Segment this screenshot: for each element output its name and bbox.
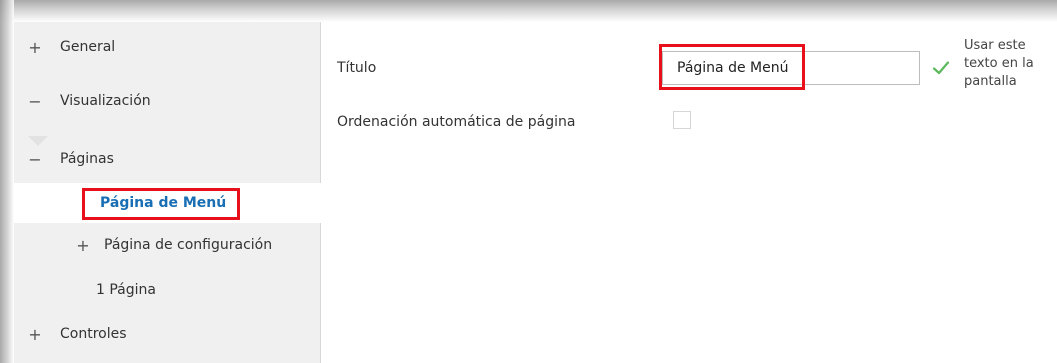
sidebar-item-pagina-de-configuracion[interactable]: + Página de configuración (14, 225, 320, 265)
window-shadow-left (0, 0, 14, 363)
minus-icon: − (28, 91, 42, 111)
window-shadow-top (0, 0, 1057, 22)
title-label: Título (337, 60, 377, 76)
sidebar-item-controles[interactable]: + Controles (14, 314, 320, 354)
settings-panel: Título Usar este texto en la pantalla Or… (321, 22, 1057, 363)
auto-order-checkbox[interactable] (673, 111, 691, 129)
plus-icon: + (76, 235, 90, 255)
sidebar-item-1-pagina[interactable]: 1 Página (14, 270, 320, 310)
sidebar-item-general[interactable]: + General (14, 27, 320, 67)
sidebar-item-label: 1 Página (96, 282, 156, 298)
sidebar-item-paginas[interactable]: − Páginas (14, 139, 320, 179)
sidebar: + General − Visualización − Páginas Pági… (14, 22, 321, 363)
sidebar-item-label: Página de configuración (104, 237, 273, 253)
sidebar-item-label: Controles (60, 326, 127, 342)
title-input[interactable] (662, 51, 920, 85)
use-text-label-line: Usar este (964, 38, 1026, 53)
sidebar-item-label: Páginas (60, 151, 114, 167)
plus-icon: + (28, 37, 42, 57)
use-text-on-screen-label: Usar este texto en la pantalla (964, 37, 1054, 91)
use-text-label-line: pantalla (964, 74, 1017, 89)
check-icon[interactable] (931, 58, 951, 78)
sidebar-item-label: Visualización (60, 93, 151, 109)
use-text-label-line: texto en la (964, 56, 1034, 71)
expanded-group-notch (28, 136, 48, 146)
sidebar-item-label: Página de Menú (100, 195, 227, 211)
sidebar-item-visualizacion[interactable]: − Visualización (14, 81, 320, 121)
minus-icon: − (28, 149, 42, 169)
sidebar-item-label: General (60, 39, 116, 55)
plus-icon: + (28, 324, 42, 344)
auto-order-label: Ordenación automática de página (337, 114, 576, 130)
window: + General − Visualización − Páginas Pági… (0, 0, 1057, 363)
sidebar-item-pagina-de-menu[interactable]: Página de Menú (14, 183, 321, 223)
